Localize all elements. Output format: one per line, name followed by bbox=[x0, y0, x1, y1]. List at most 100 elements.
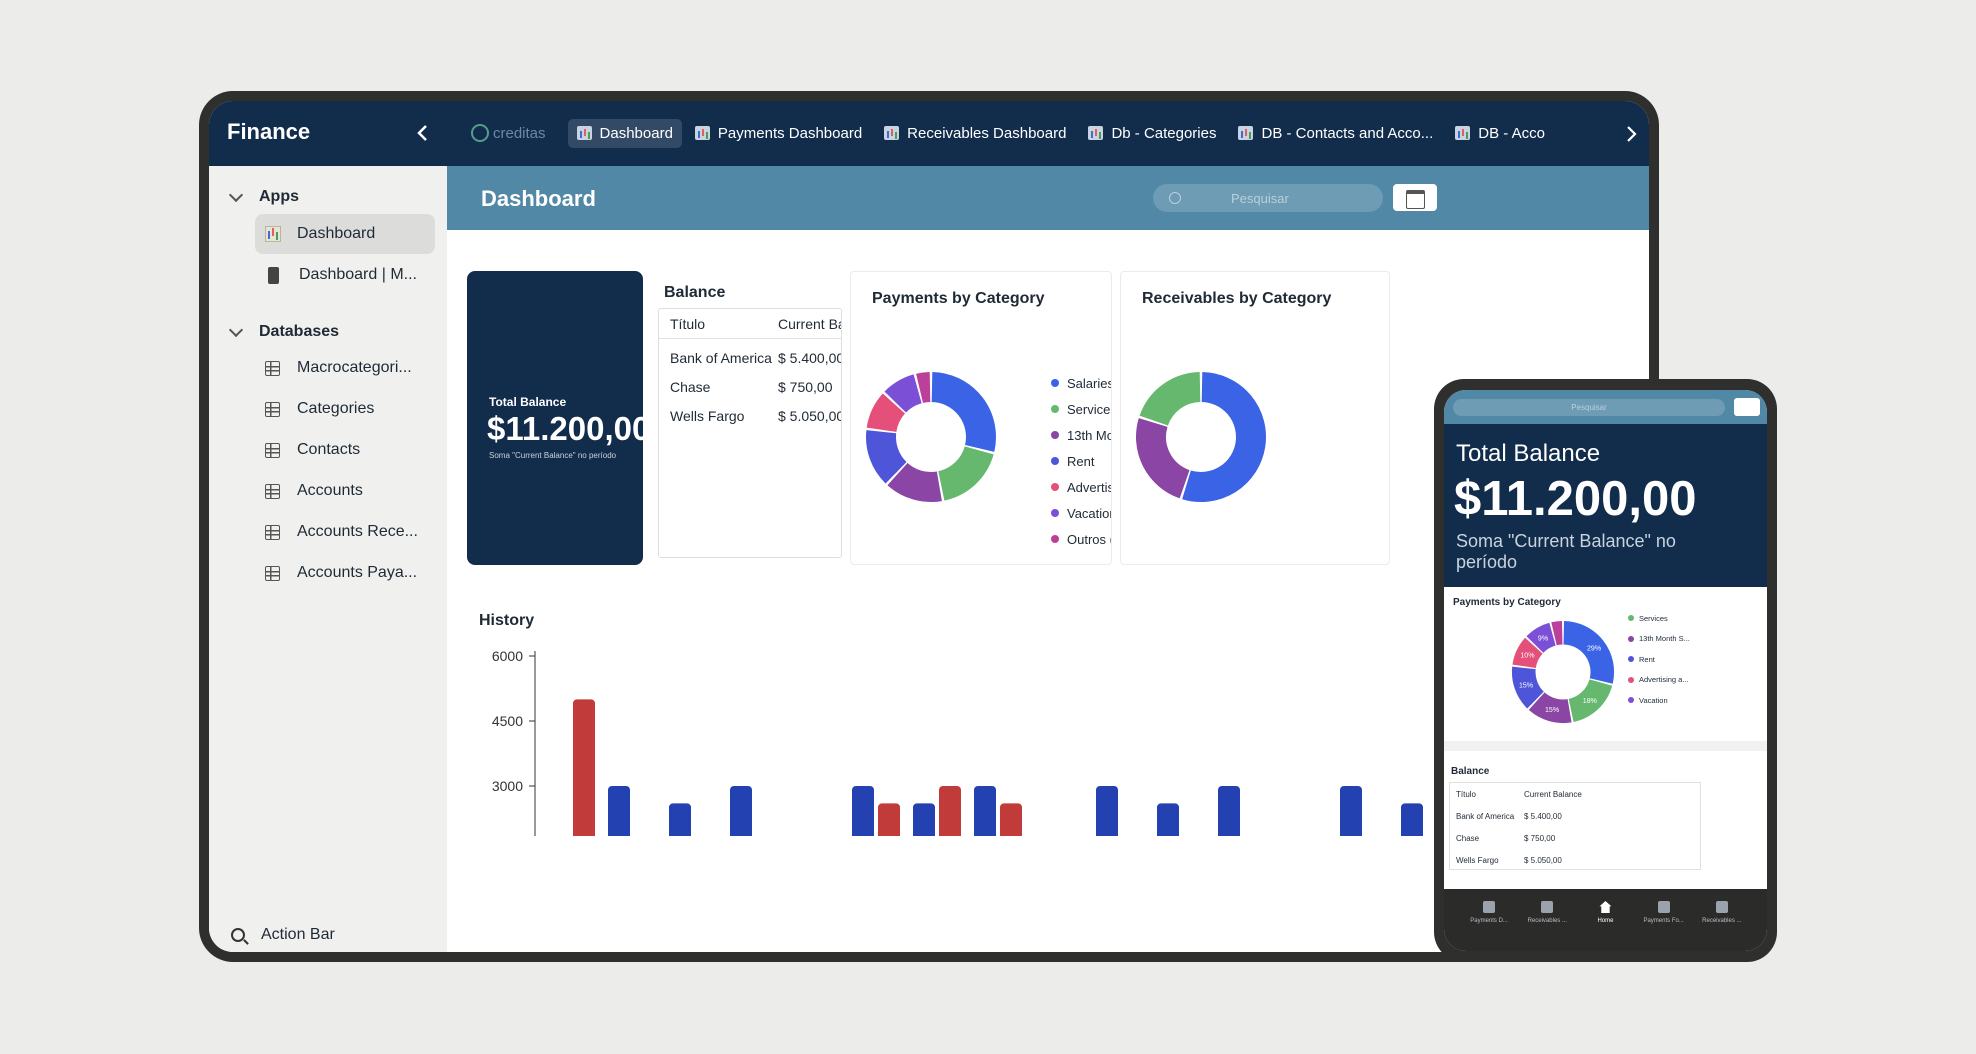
donut-slice[interactable] bbox=[866, 393, 906, 433]
history-bar[interactable] bbox=[669, 803, 691, 836]
total-balance-value: $11.200,00 bbox=[487, 410, 651, 447]
tab-db-categories[interactable]: Db - Categories bbox=[1079, 119, 1225, 148]
table-row[interactable]: Chase $ 750,00 bbox=[659, 372, 841, 402]
sidebar-item-accounts[interactable]: Accounts bbox=[255, 471, 435, 511]
history-bar[interactable] bbox=[1157, 803, 1179, 836]
legend-dot bbox=[1628, 656, 1634, 663]
mobile-calendar-button[interactable] bbox=[1734, 398, 1760, 416]
nav-label: Receivables ... bbox=[1702, 918, 1742, 924]
legend-item[interactable]: 13th Month S... bbox=[1628, 629, 1690, 650]
tab-receivables-dashboard[interactable]: Receivables Dashboard bbox=[875, 119, 1075, 148]
mobile-total-label: Total Balance bbox=[1456, 440, 1601, 467]
tab-db-accounts[interactable]: DB - Acco bbox=[1446, 119, 1554, 148]
money-icon bbox=[1455, 126, 1471, 140]
legend-dot bbox=[1051, 509, 1059, 517]
sidebar-item-accounts-payable[interactable]: Accounts Paya... bbox=[255, 553, 435, 593]
app-title: Finance bbox=[227, 119, 311, 144]
table-row[interactable]: Wells Fargo $ 5.050,00 bbox=[1450, 849, 1700, 871]
history-bar[interactable] bbox=[730, 786, 752, 836]
legend-label: Advertising a... bbox=[1067, 479, 1111, 495]
history-bar[interactable] bbox=[852, 786, 874, 836]
donut-slice[interactable] bbox=[1139, 372, 1202, 427]
donut-slice[interactable] bbox=[930, 372, 996, 452]
sidebar-section-databases[interactable]: Databases bbox=[228, 322, 339, 341]
table-row[interactable]: Chase $ 750,00 bbox=[1450, 827, 1700, 849]
receivables-donut-chart[interactable] bbox=[1131, 367, 1271, 507]
donut-slice[interactable] bbox=[1568, 678, 1613, 722]
legend-dot bbox=[1051, 457, 1059, 465]
payments-donut-chart[interactable] bbox=[861, 367, 1001, 507]
mobile-total-balance-card: Total Balance $11.200,00 Soma "Current B… bbox=[1444, 424, 1767, 587]
sidebar-item-accounts-receivable[interactable]: Accounts Rece... bbox=[255, 512, 435, 552]
tab-label: Dashboard bbox=[599, 124, 673, 142]
legend-item[interactable]: 13th Month S... bbox=[1051, 422, 1111, 448]
legend-item[interactable]: Services bbox=[1628, 608, 1690, 629]
donut-slice-label: 29% bbox=[1587, 645, 1602, 652]
history-bar[interactable] bbox=[573, 699, 595, 836]
nav-item-receivables-form[interactable]: Receivables ... bbox=[1696, 901, 1748, 951]
sidebar-section-apps[interactable]: Apps bbox=[228, 187, 299, 206]
table-cell: $ 5.050,00 bbox=[1524, 855, 1562, 865]
action-bar-button[interactable]: Action Bar bbox=[231, 926, 335, 944]
history-bar[interactable] bbox=[1000, 803, 1022, 836]
legend-label: Rent bbox=[1067, 453, 1095, 469]
history-bar[interactable] bbox=[913, 803, 935, 836]
legend-item[interactable]: Rent bbox=[1051, 448, 1111, 474]
tab-db-contacts[interactable]: DB - Contacts and Acco... bbox=[1229, 119, 1442, 148]
legend-item[interactable]: Vacation bbox=[1628, 690, 1690, 711]
history-bar[interactable] bbox=[1096, 786, 1118, 836]
legend-dot bbox=[1628, 676, 1634, 683]
donut-slice[interactable] bbox=[916, 372, 931, 404]
mobile-search-input[interactable]: Pesquisar bbox=[1453, 399, 1725, 416]
donut-slice[interactable] bbox=[866, 430, 908, 484]
legend-item[interactable]: Services bbox=[1051, 396, 1111, 422]
action-bar-label: Action Bar bbox=[261, 926, 335, 943]
chevron-right-icon[interactable] bbox=[1621, 124, 1641, 144]
nav-item-home[interactable]: Home bbox=[1579, 901, 1631, 951]
history-bar[interactable] bbox=[878, 803, 900, 836]
donut-slice[interactable] bbox=[937, 445, 994, 501]
nav-label: Home bbox=[1597, 918, 1614, 924]
sidebar-item-dashboard-mobile[interactable]: Dashboard | M... bbox=[255, 255, 435, 295]
legend-item[interactable]: Advertising a... bbox=[1628, 670, 1690, 691]
y-tick-label: 6000 bbox=[492, 648, 523, 664]
table-row[interactable]: Wells Fargo $ 5.050,00 bbox=[659, 401, 841, 431]
chevron-left-icon[interactable] bbox=[409, 119, 437, 147]
history-bar[interactable] bbox=[939, 786, 961, 836]
sidebar-item-categories[interactable]: Categories bbox=[255, 389, 435, 429]
tab-payments-dashboard[interactable]: Payments Dashboard bbox=[686, 119, 871, 148]
sidebar-item-dashboard[interactable]: Dashboard bbox=[255, 214, 435, 254]
nav-item-payments-dashboard[interactable]: Payments D... bbox=[1463, 901, 1515, 951]
nav-item-receivables[interactable]: Receivables ... bbox=[1521, 901, 1573, 951]
sidebar-item-contacts[interactable]: Contacts bbox=[255, 430, 435, 470]
nav-item-payments-form[interactable]: Payments Fo... bbox=[1638, 901, 1690, 951]
history-bar[interactable] bbox=[1340, 786, 1362, 836]
legend-item[interactable]: Advertising a... bbox=[1051, 474, 1111, 500]
legend-item[interactable]: Rent bbox=[1628, 649, 1690, 670]
tab-dashboard[interactable]: Dashboard bbox=[567, 118, 682, 148]
history-bar[interactable] bbox=[974, 786, 996, 836]
mobile-payments-donut-chart[interactable]: 29% 18% 15% 15% 10% 9% bbox=[1508, 617, 1618, 727]
table-row[interactable]: Bank of America $ 5.400,00 bbox=[1450, 805, 1700, 827]
table-cell: $ 5.400,00 bbox=[1524, 811, 1562, 821]
legend-item[interactable]: Outros (3) bbox=[1051, 526, 1111, 552]
donut-slice[interactable] bbox=[1136, 418, 1191, 499]
donut-slice[interactable] bbox=[887, 462, 942, 502]
legend-item[interactable]: Salaries bbox=[1051, 370, 1111, 396]
donut-slice[interactable] bbox=[884, 374, 923, 414]
legend-item[interactable]: Vacation bbox=[1051, 500, 1111, 526]
history-bar-chart[interactable]: 3000 4500 6000 bbox=[467, 636, 1567, 836]
sidebar-item-label: Accounts Rece... bbox=[297, 523, 418, 540]
history-bar[interactable] bbox=[608, 786, 630, 836]
sidebar-item-macrocategories[interactable]: Macrocategori... bbox=[255, 348, 435, 388]
donut-slice[interactable] bbox=[1562, 620, 1615, 684]
calendar-button[interactable] bbox=[1393, 184, 1437, 211]
legend-dot bbox=[1051, 379, 1059, 387]
mobile-payments-title: Payments by Category bbox=[1453, 597, 1561, 608]
tab-label: Payments Dashboard bbox=[717, 124, 863, 142]
donut-slice[interactable] bbox=[1551, 620, 1563, 646]
history-bar[interactable] bbox=[1401, 803, 1423, 836]
search-input[interactable]: Pesquisar bbox=[1153, 184, 1383, 212]
history-bar[interactable] bbox=[1218, 786, 1240, 836]
table-row[interactable]: Bank of America $ 5.400,00 bbox=[659, 343, 841, 373]
